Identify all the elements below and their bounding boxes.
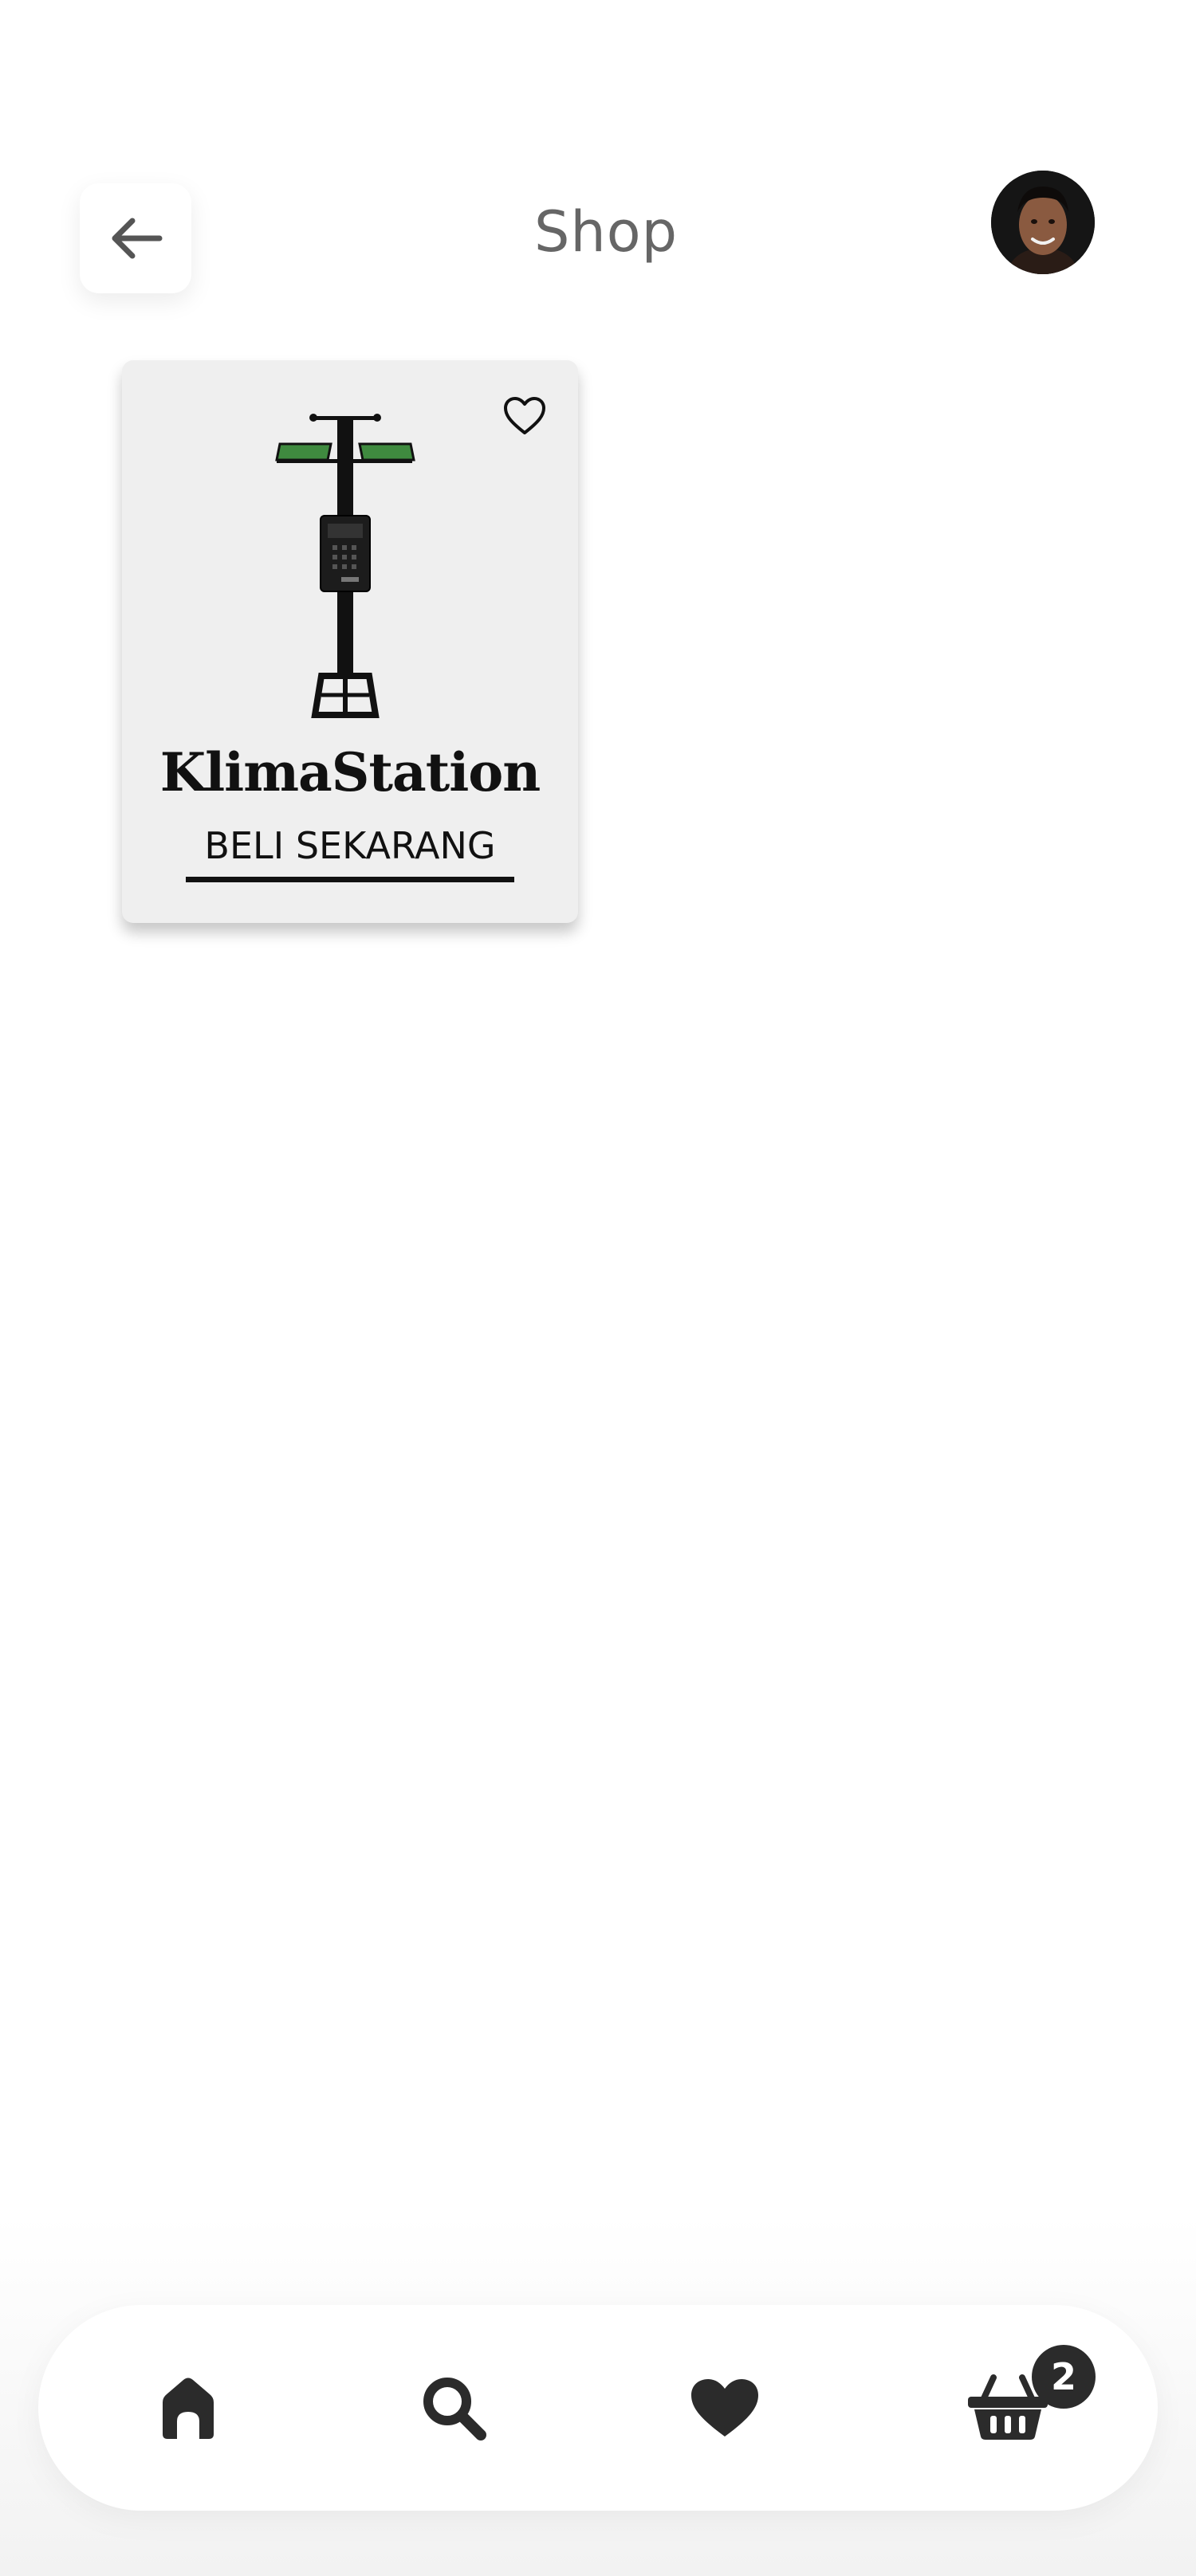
- avatar[interactable]: [991, 171, 1095, 274]
- product-card[interactable]: KlimaStation BELI SEKARANG: [122, 360, 578, 923]
- heart-icon: [691, 2379, 758, 2437]
- nav-favorites-button[interactable]: [653, 2305, 797, 2511]
- buy-now-link[interactable]: BELI SEKARANG: [186, 824, 514, 882]
- product-name: KlimaStation: [159, 741, 541, 803]
- user-avatar: [991, 171, 1095, 274]
- nav-home-button[interactable]: [116, 2305, 260, 2511]
- favorite-button[interactable]: [497, 392, 553, 440]
- bottom-navigation: [38, 2305, 1158, 2511]
- shop-screen: Shop KlimaStation BELI SEKARANG 2: [0, 0, 1196, 2576]
- search-icon: [423, 2378, 486, 2441]
- weather-station-image: [275, 414, 415, 718]
- home-icon: [163, 2378, 214, 2439]
- nav-search-button[interactable]: [382, 2305, 525, 2511]
- cart-count-badge: 2: [1032, 2345, 1096, 2409]
- heart-outline-icon: [504, 397, 545, 434]
